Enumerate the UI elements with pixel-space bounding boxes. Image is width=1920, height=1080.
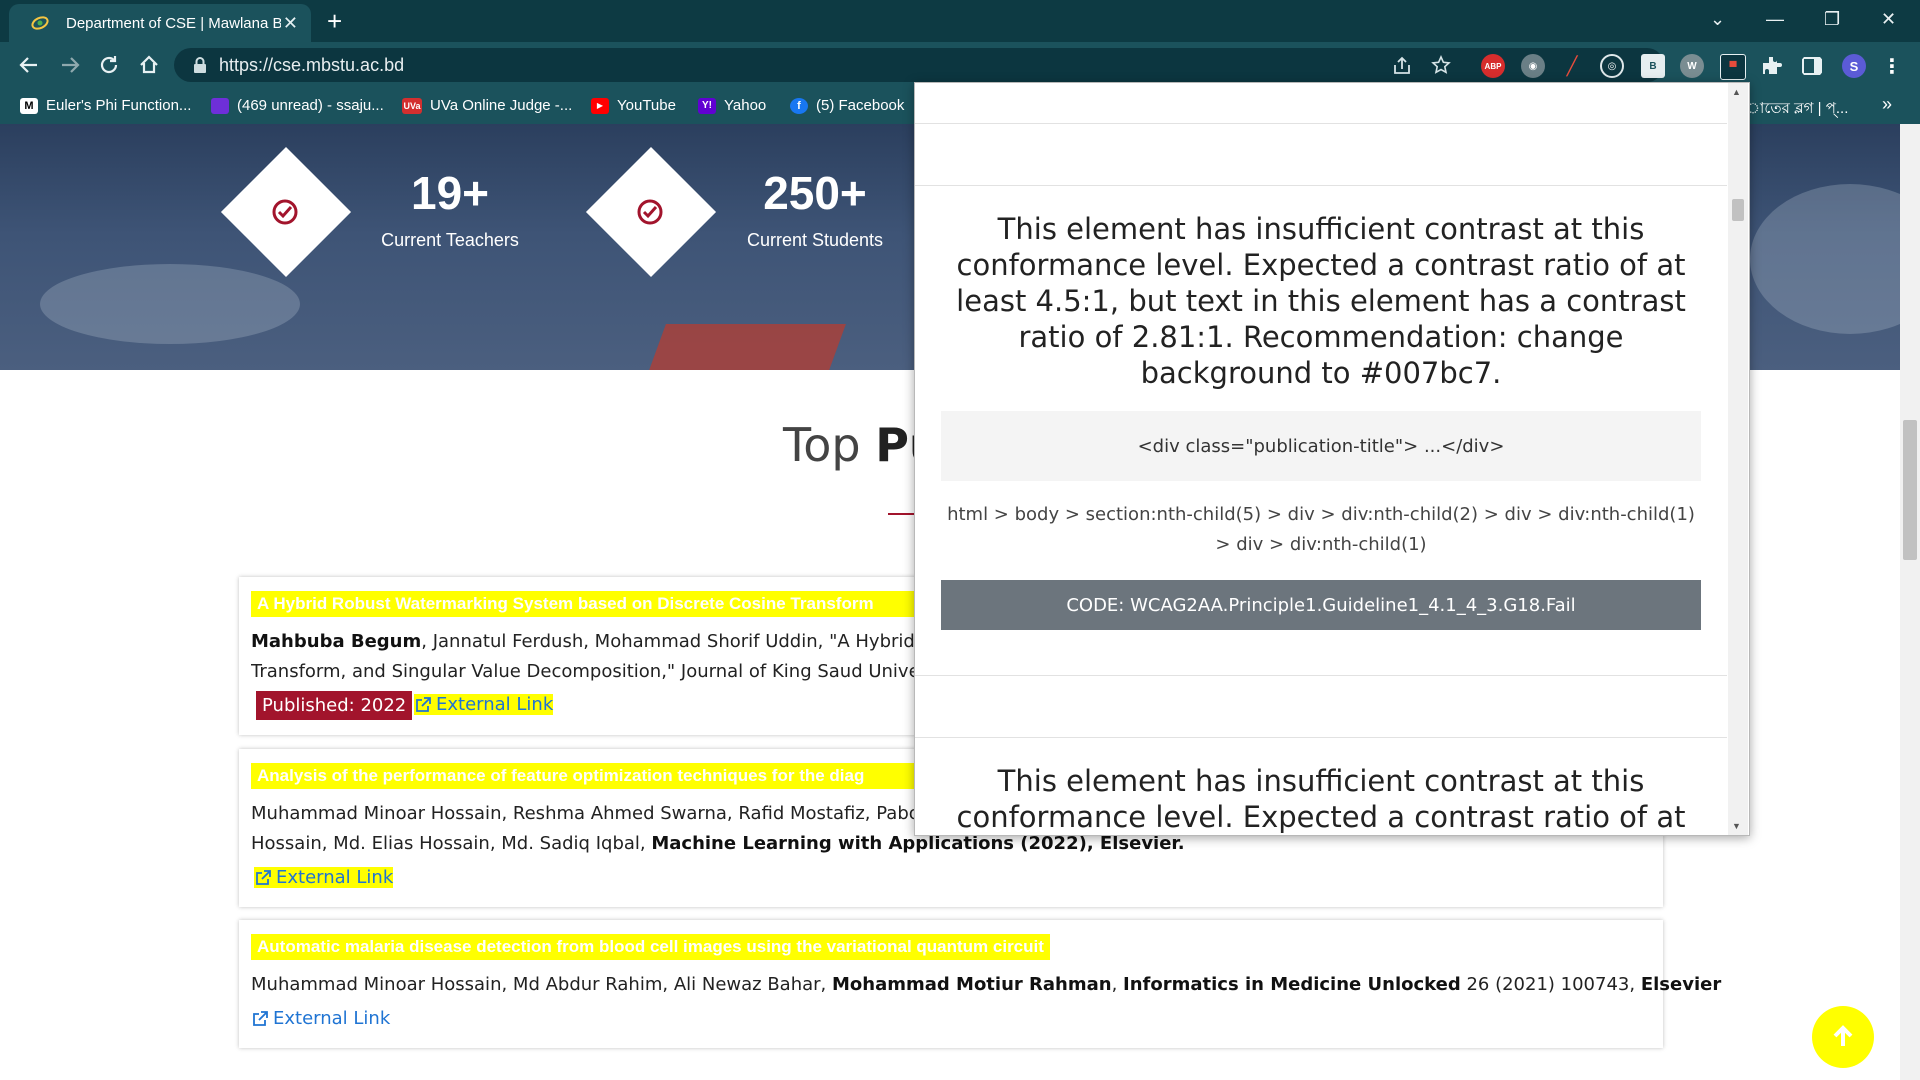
chrome-menu-icon[interactable]: ⋮ [1880,54,1904,78]
bookmark-item[interactable]: f (5) Facebook [790,97,904,114]
element-selector: html > body > section:nth-child(5) > div… [947,504,1695,555]
reload-icon[interactable] [98,54,120,76]
divider [915,123,1727,124]
bookmark-item[interactable]: UVa UVa Online Judge -... [402,97,572,114]
target-extension-icon[interactable]: ◎ [1600,54,1624,78]
external-link-icon [256,869,271,885]
popup-scrollbar[interactable] [1728,83,1748,835]
close-window-button[interactable]: ✕ [1881,10,1896,28]
publication-card: Automatic malaria disease detection from… [239,920,1722,1048]
accessibility-checker-extension-icon[interactable]: ▀ [1720,54,1746,80]
bookmark-label: (469 unread) - ssaju... [237,97,384,114]
scroll-to-top-button[interactable] [1812,1006,1874,1068]
check-circle-icon [637,199,663,225]
url-text[interactable]: https://cse.mbstu.ac.bd [219,55,404,76]
stat-label: Current Students [746,230,884,250]
published-year-badge: Published: 2022 [256,691,413,720]
stat-number: 250+ [763,167,867,219]
owl-extension-icon[interactable]: ◉ [1521,54,1545,78]
pen-extension-icon[interactable]: ╱ [1560,54,1584,78]
check-circle-icon [272,199,298,225]
external-link[interactable]: External Link [251,1008,390,1029]
home-icon[interactable] [138,54,160,76]
wcag-code-label: CODE: WCAG2AA.Principle1.Guideline1_4.1_… [941,580,1701,630]
page-scrollbar[interactable] [1900,124,1920,1080]
share-icon[interactable] [1392,56,1412,76]
yahoo-icon: Y! [698,97,716,114]
bookmark-label: UVa Online Judge -... [430,97,573,114]
profile-avatar[interactable]: S [1842,54,1866,78]
building-roof [644,324,846,370]
forward-arrow-icon[interactable] [59,54,81,76]
divider [915,675,1727,676]
divider [915,185,1727,186]
site-favicon-icon [31,16,49,30]
page-scrollbar-thumb[interactable] [1903,420,1917,560]
extensions-puzzle-icon[interactable] [1760,54,1784,78]
bookmark-item[interactable]: M Euler's Phi Function... [20,97,191,114]
bookmark-label: (5) Facebook [816,97,905,114]
new-tab-button[interactable]: + [327,7,342,35]
bookmark-star-icon[interactable] [1431,55,1451,75]
bookmark-item[interactable]: াতের ব্লগ | প্... [1746,97,1848,122]
restore-button[interactable]: ❐ [1824,10,1840,28]
adblock-extension-icon[interactable]: ABP [1481,54,1505,78]
side-panel-icon[interactable] [1800,54,1824,78]
external-link[interactable]: External Link [254,867,394,888]
bookmark-item[interactable]: (469 unread) - ssaju... [211,97,384,114]
bookmark-item[interactable]: ▶ YouTube [591,97,676,114]
browser-tab[interactable]: Department of CSE | Mawlana Bhashani Sci… [9,4,311,42]
uva-icon: UVa [402,97,422,114]
publication-title: A Hybrid Robust Watermarking System base… [251,591,963,617]
stat-label: Current Teachers [381,230,519,250]
popup-scrollbar-thumb[interactable] [1732,199,1744,221]
b-extension-icon[interactable]: B [1641,54,1665,78]
external-link-icon [416,696,431,712]
bookmark-label: YouTube [617,97,676,114]
issue-message: This element has insufficient contrast a… [956,212,1686,390]
scroll-down-arrow-icon[interactable]: ▼ [1732,821,1741,831]
bookmark-label: Euler's Phi Function... [46,97,192,114]
bookmarks-overflow-button[interactable]: » [1882,94,1892,115]
bookmark-item[interactable]: Y! Yahoo [698,97,766,114]
address-bar[interactable]: https://cse.mbstu.ac.bd [174,48,1664,82]
element-code-snippet: <div class="publication-title"> ...</div… [941,411,1701,481]
arrow-up-icon [1833,1025,1853,1046]
divider [915,737,1727,738]
facebook-icon: f [790,97,808,114]
accessibility-checker-popup: This element has insufficient contrast a… [914,82,1750,836]
bookmark-label: Yahoo [724,97,767,114]
scroll-up-arrow-icon[interactable]: ▲ [1732,87,1741,97]
external-link-icon [253,1010,268,1026]
back-arrow-icon[interactable] [18,54,40,76]
youtube-icon: ▶ [591,97,609,114]
wappalyzer-extension-icon[interactable]: W [1680,54,1704,78]
stat-number: 19+ [410,167,490,219]
tab-strip: Department of CSE | Mawlana Bhashani Sci… [0,0,1920,42]
mail-icon [211,97,229,114]
publication-title: Analysis of the performance of feature o… [251,763,943,789]
external-link[interactable]: External Link [414,694,554,715]
publication-title: Automatic malaria disease detection from… [251,934,1050,960]
tab-title: Department of CSE | Mawlana Bhashani Sci… [66,15,281,32]
lock-icon[interactable] [192,56,208,74]
tab-search-icon[interactable]: ⌄ [1710,10,1725,28]
issue-message: This element has insufficient contrast a… [956,764,1686,834]
publication-citation: Muhammad Minoar Hossain, Md Abdur Rahim,… [251,974,1722,995]
medium-icon: M [20,97,38,114]
tab-close-icon[interactable]: ✕ [283,13,298,34]
minimize-button[interactable]: — [1766,10,1784,28]
